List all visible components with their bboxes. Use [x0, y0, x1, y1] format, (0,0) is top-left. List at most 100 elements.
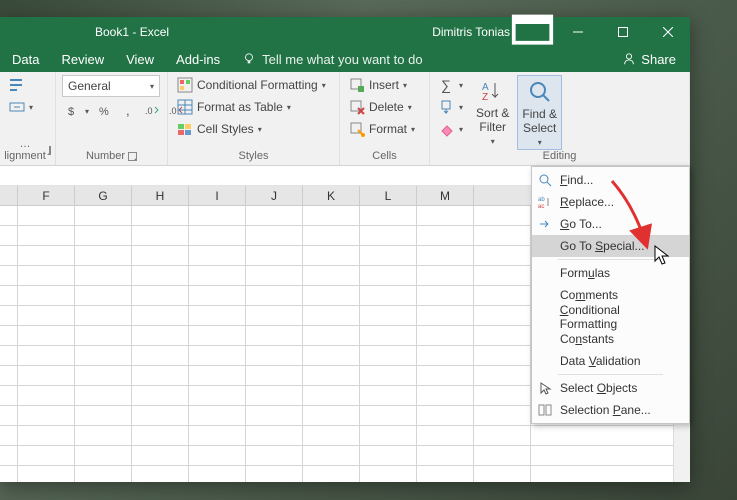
cell[interactable] [474, 466, 531, 482]
cell[interactable] [417, 306, 474, 325]
cell[interactable] [189, 286, 246, 305]
cell[interactable] [303, 266, 360, 285]
cell[interactable] [189, 386, 246, 405]
cell[interactable] [132, 386, 189, 405]
col-header[interactable]: F [18, 186, 75, 205]
tab-addins[interactable]: Add-ins [176, 52, 220, 67]
wrap-text-button[interactable] [6, 75, 36, 95]
cell[interactable] [246, 386, 303, 405]
cell[interactable] [189, 346, 246, 365]
cell[interactable] [360, 326, 417, 345]
menu-data-validation[interactable]: Data Validation [532, 350, 689, 372]
close-button[interactable] [645, 17, 690, 46]
cell[interactable] [417, 226, 474, 245]
percent-format-button[interactable]: % [94, 101, 116, 121]
cell-styles-button[interactable]: Cell Styles▾ [174, 119, 329, 139]
menu-selection-pane[interactable]: Selection Pane... [532, 399, 689, 421]
cell[interactable] [360, 346, 417, 365]
cell[interactable] [246, 406, 303, 425]
cell[interactable] [0, 246, 18, 265]
conditional-formatting-button[interactable]: Conditional Formatting▾ [174, 75, 329, 95]
cell[interactable] [189, 446, 246, 465]
cell[interactable] [303, 286, 360, 305]
cell[interactable] [246, 246, 303, 265]
cell[interactable] [474, 226, 531, 245]
cell[interactable] [417, 366, 474, 385]
cell[interactable] [360, 246, 417, 265]
menu-replace[interactable]: abac Replace... [532, 191, 689, 213]
cell[interactable] [75, 206, 132, 225]
cell[interactable] [360, 386, 417, 405]
cell[interactable] [303, 346, 360, 365]
cell[interactable] [474, 286, 531, 305]
cell[interactable] [18, 246, 75, 265]
maximize-button[interactable] [600, 17, 645, 46]
clear-button[interactable]: ▾ [436, 119, 466, 139]
cell[interactable] [18, 466, 75, 482]
cell[interactable] [303, 206, 360, 225]
cell[interactable] [474, 346, 531, 365]
col-header[interactable]: I [189, 186, 246, 205]
cell[interactable] [360, 426, 417, 445]
share-button[interactable]: Share [622, 52, 676, 67]
cell[interactable] [246, 326, 303, 345]
merge-center-button[interactable]: ▾ [6, 97, 36, 117]
cell[interactable] [132, 466, 189, 482]
col-header[interactable]: L [360, 186, 417, 205]
cell[interactable] [0, 286, 18, 305]
cell[interactable] [417, 286, 474, 305]
cell[interactable] [18, 366, 75, 385]
cell[interactable] [75, 406, 132, 425]
cell[interactable] [0, 326, 18, 345]
tab-review[interactable]: Review [61, 52, 104, 67]
cell[interactable] [360, 446, 417, 465]
menu-find[interactable]: Find... [532, 169, 689, 191]
cell[interactable] [18, 286, 75, 305]
cell[interactable] [75, 466, 132, 482]
menu-select-objects[interactable]: Select Objects [532, 377, 689, 399]
tab-data[interactable]: Data [12, 52, 39, 67]
cell[interactable] [246, 366, 303, 385]
cell[interactable] [360, 286, 417, 305]
cell[interactable] [18, 386, 75, 405]
alignment-dialog-launcher[interactable] [49, 146, 51, 155]
cell[interactable] [474, 266, 531, 285]
menu-goto-special[interactable]: Go To Special... [532, 235, 689, 257]
cell[interactable] [0, 466, 18, 482]
cell[interactable] [474, 366, 531, 385]
col-header[interactable]: H [132, 186, 189, 205]
cell[interactable] [417, 386, 474, 405]
cell[interactable] [75, 446, 132, 465]
menu-constants[interactable]: Constants [532, 328, 689, 350]
cell[interactable] [18, 426, 75, 445]
cell[interactable] [303, 446, 360, 465]
cell[interactable] [189, 406, 246, 425]
cell[interactable] [246, 346, 303, 365]
cell[interactable] [189, 266, 246, 285]
cell[interactable] [75, 226, 132, 245]
cell[interactable] [0, 306, 18, 325]
cell[interactable] [189, 206, 246, 225]
cell[interactable] [0, 206, 18, 225]
autosum-button[interactable]: ∑▾ [436, 75, 466, 95]
cell[interactable] [417, 326, 474, 345]
cell[interactable] [18, 406, 75, 425]
cell[interactable] [246, 286, 303, 305]
cell[interactable] [0, 226, 18, 245]
sort-filter-button[interactable]: AZ Sort & Filter▾ [472, 75, 513, 148]
delete-cells-button[interactable]: Delete▾ [346, 97, 418, 117]
increase-decimal-button[interactable]: .0 [142, 101, 164, 121]
menu-conditional-formatting[interactable]: Conditional Formatting [532, 306, 689, 328]
cell[interactable] [132, 226, 189, 245]
cell[interactable] [132, 306, 189, 325]
cell[interactable] [303, 366, 360, 385]
col-header[interactable] [0, 186, 18, 205]
cell[interactable] [18, 206, 75, 225]
cell[interactable] [132, 366, 189, 385]
cell[interactable] [18, 346, 75, 365]
cell[interactable] [18, 446, 75, 465]
cell[interactable] [474, 206, 531, 225]
cell[interactable] [417, 206, 474, 225]
cell[interactable] [474, 246, 531, 265]
cell[interactable] [474, 406, 531, 425]
